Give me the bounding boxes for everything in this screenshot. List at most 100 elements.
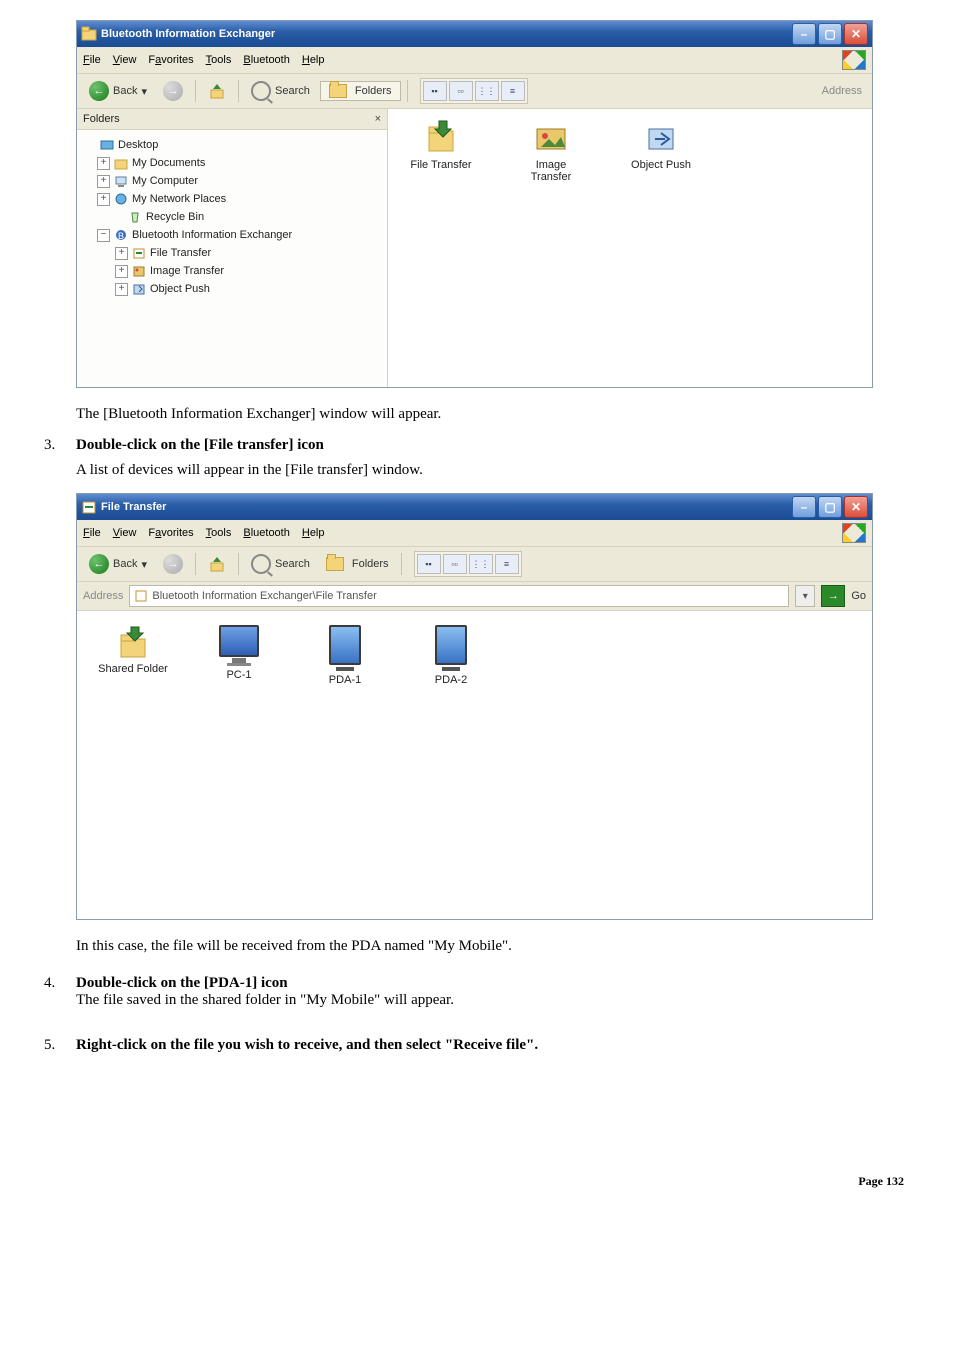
tree-bie[interactable]: −BBluetooth Information Exchanger	[83, 226, 381, 244]
file-transfer-label: File Transfer	[410, 159, 471, 171]
address-dropdown-button[interactable]: ▾	[795, 585, 815, 607]
up-button[interactable]	[202, 553, 232, 575]
menu-bluetooth[interactable]: Bluetooth	[243, 527, 290, 539]
expand-icon[interactable]: +	[115, 265, 128, 278]
menu-help[interactable]: Help	[302, 54, 325, 66]
computer-icon	[114, 174, 128, 188]
windows-flag-icon	[842, 523, 866, 543]
app-icon	[81, 26, 97, 42]
file-transfer-icon	[132, 246, 146, 260]
pda-1-item[interactable]: PDA-1	[307, 625, 383, 686]
menu-tools[interactable]: Tools	[206, 527, 232, 539]
tree-image-transfer[interactable]: +Image Transfer	[83, 262, 381, 280]
menu-view[interactable]: View	[113, 527, 137, 539]
folder-icon	[326, 557, 344, 571]
tree-recycle[interactable]: Recycle Bin	[83, 208, 381, 226]
tree-netplaces[interactable]: +My Network Places	[83, 190, 381, 208]
expand-icon[interactable]: +	[97, 157, 110, 170]
step-number: 5.	[44, 1037, 55, 1054]
search-label: Search	[275, 85, 310, 97]
menu-favorites[interactable]: Favorites	[148, 527, 193, 539]
close-button[interactable]: ✕	[844, 23, 868, 45]
address-value: Bluetooth Information Exchanger\File Tra…	[152, 590, 376, 602]
folder-icon	[114, 156, 128, 170]
menu-favorites[interactable]: Favorites	[148, 54, 193, 66]
menu-view[interactable]: View	[113, 54, 137, 66]
tree-file-transfer[interactable]: +File Transfer	[83, 244, 381, 262]
network-icon	[114, 192, 128, 206]
page-footer: Page 132	[40, 1174, 914, 1189]
caption-1: The [Bluetooth Information Exchanger] wi…	[76, 406, 914, 423]
expand-icon[interactable]: +	[115, 283, 128, 296]
step-subtext: A list of devices will appear in the [Fi…	[76, 462, 914, 479]
tree-desktop[interactable]: Desktop	[83, 136, 381, 154]
menu-file[interactable]: File	[83, 527, 101, 539]
go-button[interactable]: →	[821, 585, 845, 607]
pda-2-item[interactable]: PDA-2	[413, 625, 489, 686]
view-thumbnails-button[interactable]: ▪▪	[423, 81, 447, 101]
step-title: Right-click on the file you wish to rece…	[76, 1037, 538, 1053]
expand-icon[interactable]: +	[97, 193, 110, 206]
pda-icon	[329, 625, 361, 665]
view-list-button[interactable]: ≡	[501, 81, 525, 101]
maximize-button[interactable]: ▢	[818, 496, 842, 518]
close-button[interactable]: ✕	[844, 496, 868, 518]
search-icon	[251, 81, 271, 101]
up-button[interactable]	[202, 80, 232, 102]
menu-file[interactable]: File	[83, 54, 101, 66]
back-label: Back	[113, 558, 137, 570]
file-transfer-item[interactable]: File Transfer	[406, 119, 476, 183]
folders-button[interactable]: Folders	[320, 555, 395, 573]
tree-mycomp[interactable]: +My Computer	[83, 172, 381, 190]
address-label: Address	[83, 590, 123, 602]
shared-folder-item[interactable]: Shared Folder	[95, 625, 171, 686]
menu-tools[interactable]: Tools	[206, 54, 232, 66]
expand-icon[interactable]: +	[115, 247, 128, 260]
back-button[interactable]: ←Back ▾	[83, 552, 153, 576]
image-transfer-item[interactable]: Image Transfer	[516, 119, 586, 183]
search-button[interactable]: Search	[245, 552, 316, 576]
back-button[interactable]: ←Back ▾	[83, 79, 153, 103]
titlebar[interactable]: Bluetooth Information Exchanger – ▢ ✕	[77, 21, 872, 47]
menubar: File View Favorites Tools Bluetooth Help	[77, 47, 872, 74]
menu-help[interactable]: Help	[302, 527, 325, 539]
forward-button[interactable]: →	[157, 79, 189, 103]
object-push-icon	[641, 119, 681, 155]
file-transfer-icon	[421, 119, 461, 155]
close-pane-button[interactable]: ×	[375, 113, 381, 125]
address-bar: Address Bluetooth Information Exchanger\…	[77, 582, 872, 611]
step-title: Double-click on the [PDA-1] icon	[76, 975, 288, 991]
collapse-icon[interactable]: −	[97, 229, 110, 242]
object-push-item[interactable]: Object Push	[626, 119, 696, 183]
minimize-button[interactable]: –	[792, 496, 816, 518]
tree-object-push[interactable]: +Object Push	[83, 280, 381, 298]
address-field[interactable]: Bluetooth Information Exchanger\File Tra…	[129, 585, 789, 607]
view-buttons: ▪▪ ▫▫ ⋮⋮ ≡	[414, 551, 522, 577]
minimize-button[interactable]: –	[792, 23, 816, 45]
view-tiles-button[interactable]: ▫▫	[443, 554, 467, 574]
view-tiles-button[interactable]: ▫▫	[449, 81, 473, 101]
object-push-icon	[132, 282, 146, 296]
view-icons-button[interactable]: ⋮⋮	[469, 554, 493, 574]
search-label: Search	[275, 558, 310, 570]
file-transfer-icon	[134, 589, 148, 603]
menu-bluetooth[interactable]: Bluetooth	[243, 54, 290, 66]
folders-button[interactable]: Folders	[320, 81, 401, 101]
toolbar: ←Back ▾ → Search Folders ▪▪ ▫▫ ⋮⋮ ≡ Addr…	[77, 74, 872, 109]
svg-text:B: B	[118, 231, 124, 241]
view-icons-button[interactable]: ⋮⋮	[475, 81, 499, 101]
search-button[interactable]: Search	[245, 79, 316, 103]
pc-1-item[interactable]: PC-1	[201, 625, 277, 686]
view-thumbnails-button[interactable]: ▪▪	[417, 554, 441, 574]
view-list-button[interactable]: ≡	[495, 554, 519, 574]
maximize-button[interactable]: ▢	[818, 23, 842, 45]
titlebar[interactable]: File Transfer – ▢ ✕	[77, 494, 872, 520]
tree-mydocs[interactable]: +My Documents	[83, 154, 381, 172]
forward-button[interactable]: →	[157, 552, 189, 576]
expand-icon[interactable]: +	[97, 175, 110, 188]
image-transfer-icon	[132, 264, 146, 278]
window-file-transfer: File Transfer – ▢ ✕ File View Favorites …	[76, 493, 873, 920]
image-transfer-icon	[531, 119, 571, 155]
folders-pane-header: Folders ×	[77, 109, 387, 130]
folders-header-label: Folders	[83, 113, 120, 125]
